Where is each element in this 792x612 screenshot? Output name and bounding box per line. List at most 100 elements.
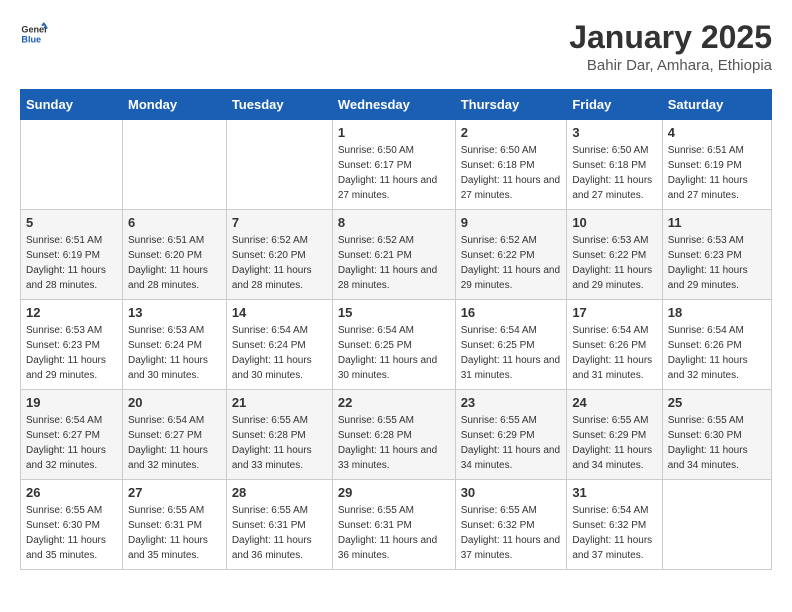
table-row: 9 Sunrise: 6:52 AM Sunset: 6:22 PM Daylig…	[455, 210, 567, 300]
table-row: 16 Sunrise: 6:54 AM Sunset: 6:25 PM Dayli…	[455, 300, 567, 390]
day-number: 20	[128, 395, 221, 410]
page-title: January 2025	[569, 20, 772, 55]
table-row: 4 Sunrise: 6:51 AM Sunset: 6:19 PM Daylig…	[662, 120, 771, 210]
day-detail: Sunrise: 6:55 AM Sunset: 6:29 PM Dayligh…	[461, 413, 562, 473]
day-detail: Sunrise: 6:52 AM Sunset: 6:20 PM Dayligh…	[232, 233, 327, 293]
logo: General Blue	[20, 20, 48, 48]
day-detail: Sunrise: 6:54 AM Sunset: 6:32 PM Dayligh…	[572, 503, 656, 563]
table-row: 27 Sunrise: 6:55 AM Sunset: 6:31 PM Dayli…	[123, 480, 227, 570]
week-row-5: 26 Sunrise: 6:55 AM Sunset: 6:30 PM Dayli…	[21, 480, 772, 570]
day-detail: Sunrise: 6:55 AM Sunset: 6:32 PM Dayligh…	[461, 503, 562, 563]
day-detail: Sunrise: 6:55 AM Sunset: 6:31 PM Dayligh…	[338, 503, 450, 563]
day-detail: Sunrise: 6:54 AM Sunset: 6:27 PM Dayligh…	[26, 413, 117, 473]
week-row-3: 12 Sunrise: 6:53 AM Sunset: 6:23 PM Dayli…	[21, 300, 772, 390]
table-row: 10 Sunrise: 6:53 AM Sunset: 6:22 PM Dayli…	[567, 210, 662, 300]
day-number: 4	[668, 125, 766, 140]
title-area: January 2025 Bahir Dar, Amhara, Ethiopia	[569, 20, 772, 74]
day-number: 13	[128, 305, 221, 320]
header-wednesday: Wednesday	[332, 90, 455, 120]
table-row: 7Sunrise: 6:52 AM Sunset: 6:20 PM Daylig…	[226, 210, 332, 300]
week-row-2: 5 Sunrise: 6:51 AM Sunset: 6:19 PM Daylig…	[21, 210, 772, 300]
day-detail: Sunrise: 6:50 AM Sunset: 6:18 PM Dayligh…	[572, 143, 656, 203]
week-row-4: 19 Sunrise: 6:54 AM Sunset: 6:27 PM Dayli…	[21, 390, 772, 480]
table-row: 13 Sunrise: 6:53 AM Sunset: 6:24 PM Dayli…	[123, 300, 227, 390]
header-tuesday: Tuesday	[226, 90, 332, 120]
day-detail: Sunrise: 6:55 AM Sunset: 6:28 PM Dayligh…	[338, 413, 450, 473]
day-number: 31	[572, 485, 656, 500]
header-thursday: Thursday	[455, 90, 567, 120]
table-row: 6 Sunrise: 6:51 AM Sunset: 6:20 PM Daylig…	[123, 210, 227, 300]
day-detail: Sunrise: 6:51 AM Sunset: 6:19 PM Dayligh…	[668, 143, 766, 203]
day-detail: Sunrise: 6:51 AM Sunset: 6:19 PM Dayligh…	[26, 233, 117, 293]
day-number: 8	[338, 215, 450, 230]
day-number: 10	[572, 215, 656, 230]
day-number: 2	[461, 125, 562, 140]
day-detail: Sunrise: 6:54 AM Sunset: 6:25 PM Dayligh…	[338, 323, 450, 383]
day-detail: Sunrise: 6:50 AM Sunset: 6:17 PM Dayligh…	[338, 143, 450, 203]
day-detail: Sunrise: 6:55 AM Sunset: 6:31 PM Dayligh…	[128, 503, 221, 563]
table-row: 20 Sunrise: 6:54 AM Sunset: 6:27 PM Dayli…	[123, 390, 227, 480]
table-row: 19 Sunrise: 6:54 AM Sunset: 6:27 PM Dayli…	[21, 390, 123, 480]
day-detail: Sunrise: 6:54 AM Sunset: 6:24 PM Dayligh…	[232, 323, 327, 383]
table-row: 12 Sunrise: 6:53 AM Sunset: 6:23 PM Dayli…	[21, 300, 123, 390]
table-row: 2 Sunrise: 6:50 AM Sunset: 6:18 PM Daylig…	[455, 120, 567, 210]
day-detail: Sunrise: 6:55 AM Sunset: 6:29 PM Dayligh…	[572, 413, 656, 473]
day-number: 19	[26, 395, 117, 410]
table-row: 17Sunrise: 6:54 AM Sunset: 6:26 PM Dayli…	[567, 300, 662, 390]
day-number: 30	[461, 485, 562, 500]
table-row: 11Sunrise: 6:53 AM Sunset: 6:23 PM Dayli…	[662, 210, 771, 300]
header-friday: Friday	[567, 90, 662, 120]
day-detail: Sunrise: 6:55 AM Sunset: 6:31 PM Dayligh…	[232, 503, 327, 563]
table-row: 1 Sunrise: 6:50 AM Sunset: 6:17 PM Daylig…	[332, 120, 455, 210]
day-number: 16	[461, 305, 562, 320]
svg-text:Blue: Blue	[21, 34, 41, 44]
table-row: 28Sunrise: 6:55 AM Sunset: 6:31 PM Dayli…	[226, 480, 332, 570]
day-detail: Sunrise: 6:51 AM Sunset: 6:20 PM Dayligh…	[128, 233, 221, 293]
day-number: 9	[461, 215, 562, 230]
day-number: 18	[668, 305, 766, 320]
day-number: 6	[128, 215, 221, 230]
day-number: 14	[232, 305, 327, 320]
day-detail: Sunrise: 6:53 AM Sunset: 6:23 PM Dayligh…	[26, 323, 117, 383]
day-detail: Sunrise: 6:54 AM Sunset: 6:26 PM Dayligh…	[572, 323, 656, 383]
day-detail: Sunrise: 6:53 AM Sunset: 6:22 PM Dayligh…	[572, 233, 656, 293]
table-row: 24Sunrise: 6:55 AM Sunset: 6:29 PM Dayli…	[567, 390, 662, 480]
day-detail: Sunrise: 6:54 AM Sunset: 6:25 PM Dayligh…	[461, 323, 562, 383]
day-detail: Sunrise: 6:53 AM Sunset: 6:24 PM Dayligh…	[128, 323, 221, 383]
table-row: 26 Sunrise: 6:55 AM Sunset: 6:30 PM Dayli…	[21, 480, 123, 570]
table-row	[226, 120, 332, 210]
table-row: 18 Sunrise: 6:54 AM Sunset: 6:26 PM Dayli…	[662, 300, 771, 390]
table-row: 3 Sunrise: 6:50 AM Sunset: 6:18 PM Daylig…	[567, 120, 662, 210]
day-number: 1	[338, 125, 450, 140]
day-number: 23	[461, 395, 562, 410]
day-number: 26	[26, 485, 117, 500]
day-number: 12	[26, 305, 117, 320]
table-row: 25Sunrise: 6:55 AM Sunset: 6:30 PM Dayli…	[662, 390, 771, 480]
day-number: 5	[26, 215, 117, 230]
header-row: Sunday Monday Tuesday Wednesday Thursday…	[21, 90, 772, 120]
day-detail: Sunrise: 6:54 AM Sunset: 6:27 PM Dayligh…	[128, 413, 221, 473]
day-number: 3	[572, 125, 656, 140]
day-detail: Sunrise: 6:55 AM Sunset: 6:28 PM Dayligh…	[232, 413, 327, 473]
day-detail: Sunrise: 6:52 AM Sunset: 6:22 PM Dayligh…	[461, 233, 562, 293]
day-number: 29	[338, 485, 450, 500]
day-detail: Sunrise: 6:55 AM Sunset: 6:30 PM Dayligh…	[26, 503, 117, 563]
table-row: 8Sunrise: 6:52 AM Sunset: 6:21 PM Daylig…	[332, 210, 455, 300]
logo-icon: General Blue	[20, 20, 48, 48]
table-row: 15Sunrise: 6:54 AM Sunset: 6:25 PM Dayli…	[332, 300, 455, 390]
day-detail: Sunrise: 6:54 AM Sunset: 6:26 PM Dayligh…	[668, 323, 766, 383]
table-row: 31 Sunrise: 6:54 AM Sunset: 6:32 PM Dayli…	[567, 480, 662, 570]
day-number: 25	[668, 395, 766, 410]
page-subtitle: Bahir Dar, Amhara, Ethiopia	[569, 57, 772, 74]
header-saturday: Saturday	[662, 90, 771, 120]
calendar-table: Sunday Monday Tuesday Wednesday Thursday…	[20, 89, 772, 570]
table-row: 14 Sunrise: 6:54 AM Sunset: 6:24 PM Dayli…	[226, 300, 332, 390]
table-row: 23 Sunrise: 6:55 AM Sunset: 6:29 PM Dayli…	[455, 390, 567, 480]
table-row: 21 Sunrise: 6:55 AM Sunset: 6:28 PM Dayli…	[226, 390, 332, 480]
day-detail: Sunrise: 6:50 AM Sunset: 6:18 PM Dayligh…	[461, 143, 562, 203]
page-header: General Blue January 2025 Bahir Dar, Amh…	[20, 20, 772, 74]
day-detail: Sunrise: 6:53 AM Sunset: 6:23 PM Dayligh…	[668, 233, 766, 293]
day-number: 21	[232, 395, 327, 410]
day-number: 27	[128, 485, 221, 500]
day-number: 22	[338, 395, 450, 410]
